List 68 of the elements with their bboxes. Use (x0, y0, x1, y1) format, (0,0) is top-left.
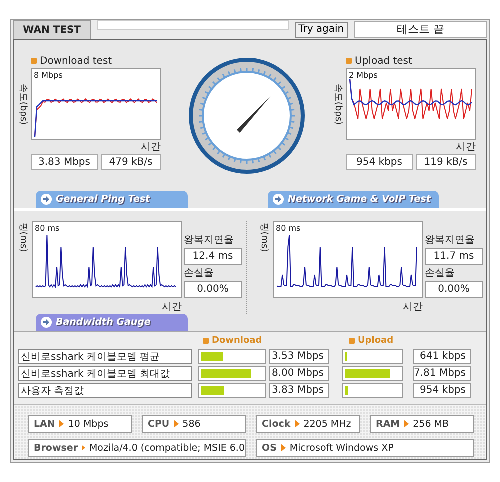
info-label: Clock (262, 418, 291, 430)
scale-label: 80 ms (35, 224, 60, 233)
bullet-icon (31, 58, 37, 64)
info-value: Mozila/4.0 (compatible; MSIE 6.0 (89, 442, 245, 454)
row-label: 신비로sshark 케이블모뎀 최대값 (18, 366, 192, 381)
bullet-icon (349, 338, 355, 344)
triangle-icon (294, 420, 300, 428)
wan-test-tab[interactable]: WAN TEST (13, 20, 92, 39)
speed-reading: 954 kbps (346, 154, 413, 170)
speed-reading: 479 kB/s (101, 154, 161, 170)
column-header: Upload (358, 336, 394, 346)
section-tab[interactable]: Bandwidth Gauge (36, 314, 188, 331)
info-value: 586 (182, 418, 201, 430)
info-label: RAM (376, 418, 400, 430)
arrow-icon (41, 194, 52, 205)
triangle-icon (174, 420, 179, 428)
info-value: Microsoft Windows XP (290, 442, 394, 454)
loss-value: 0.00% (184, 281, 242, 298)
bullet-icon (346, 58, 352, 64)
info-value: 10 Mbps (68, 418, 109, 430)
info-label: OS (262, 442, 277, 454)
scale-label: 80 ms (276, 224, 301, 233)
table-cell: 3.83 Mbps (269, 383, 329, 398)
arrow-icon (273, 194, 284, 205)
speed-reading: 119 kB/s (416, 154, 476, 170)
axis-label: 시간 (140, 141, 161, 154)
table-cell: 8.00 Mbps (269, 366, 329, 381)
scale-label: 2 Mbps (349, 71, 378, 80)
table-cell: 954 kbps (413, 383, 471, 398)
latency-value: 11.7 ms (425, 248, 483, 265)
row-label: 신비로sshark 케이블모뎀 평균 (18, 349, 192, 364)
table-cell: 641 kbps (413, 349, 471, 364)
axis-label: 핑(ms) (18, 222, 30, 252)
info-label: Browser (34, 442, 78, 454)
info-value: 2205 MHz (304, 418, 352, 430)
chart-title: Download test (40, 56, 112, 66)
arrow-icon (41, 317, 52, 328)
stat-label: 왕복지연율 (425, 234, 476, 247)
axis-label: 시간 (455, 141, 476, 154)
stat-label: 왕복지연율 (184, 234, 235, 247)
triangle-icon (82, 444, 86, 452)
triangle-icon (404, 420, 410, 428)
bullet-icon (203, 338, 209, 344)
chart-title: Upload test (355, 56, 412, 66)
loss-value: 0.00% (425, 281, 483, 298)
latency-value: 12.4 ms (184, 248, 242, 265)
try-again-button[interactable]: Try again (294, 22, 348, 38)
axis-label: 속도(bps) (18, 83, 30, 125)
info-value: 256 MB (413, 418, 449, 430)
info-label: CPU (148, 418, 170, 430)
speed-reading: 3.83 Mbps (31, 154, 98, 170)
column-header: Download (212, 336, 262, 346)
section-tab[interactable]: General Ping Test (36, 191, 188, 208)
status-field: 테스트 끝 (354, 21, 487, 38)
axis-label: 핑(ms) (258, 222, 270, 252)
row-label: 사용자 측정값 (18, 383, 192, 398)
triangle-icon (280, 444, 286, 452)
table-cell: 3.53 Mbps (269, 349, 329, 364)
table-cell: 7.81 Mbps (413, 366, 471, 381)
scale-label: 8 Mbps (34, 71, 63, 80)
stat-label: 손실율 (184, 267, 215, 280)
axis-label: 속도(bps) (332, 83, 344, 125)
section-tab[interactable]: Network Game & VoIP Test (268, 191, 439, 208)
info-label: LAN (34, 418, 56, 430)
axis-label: 시간 (402, 301, 423, 314)
triangle-icon (59, 420, 64, 428)
axis-label: 시간 (161, 301, 182, 314)
stat-label: 손실율 (425, 267, 456, 280)
